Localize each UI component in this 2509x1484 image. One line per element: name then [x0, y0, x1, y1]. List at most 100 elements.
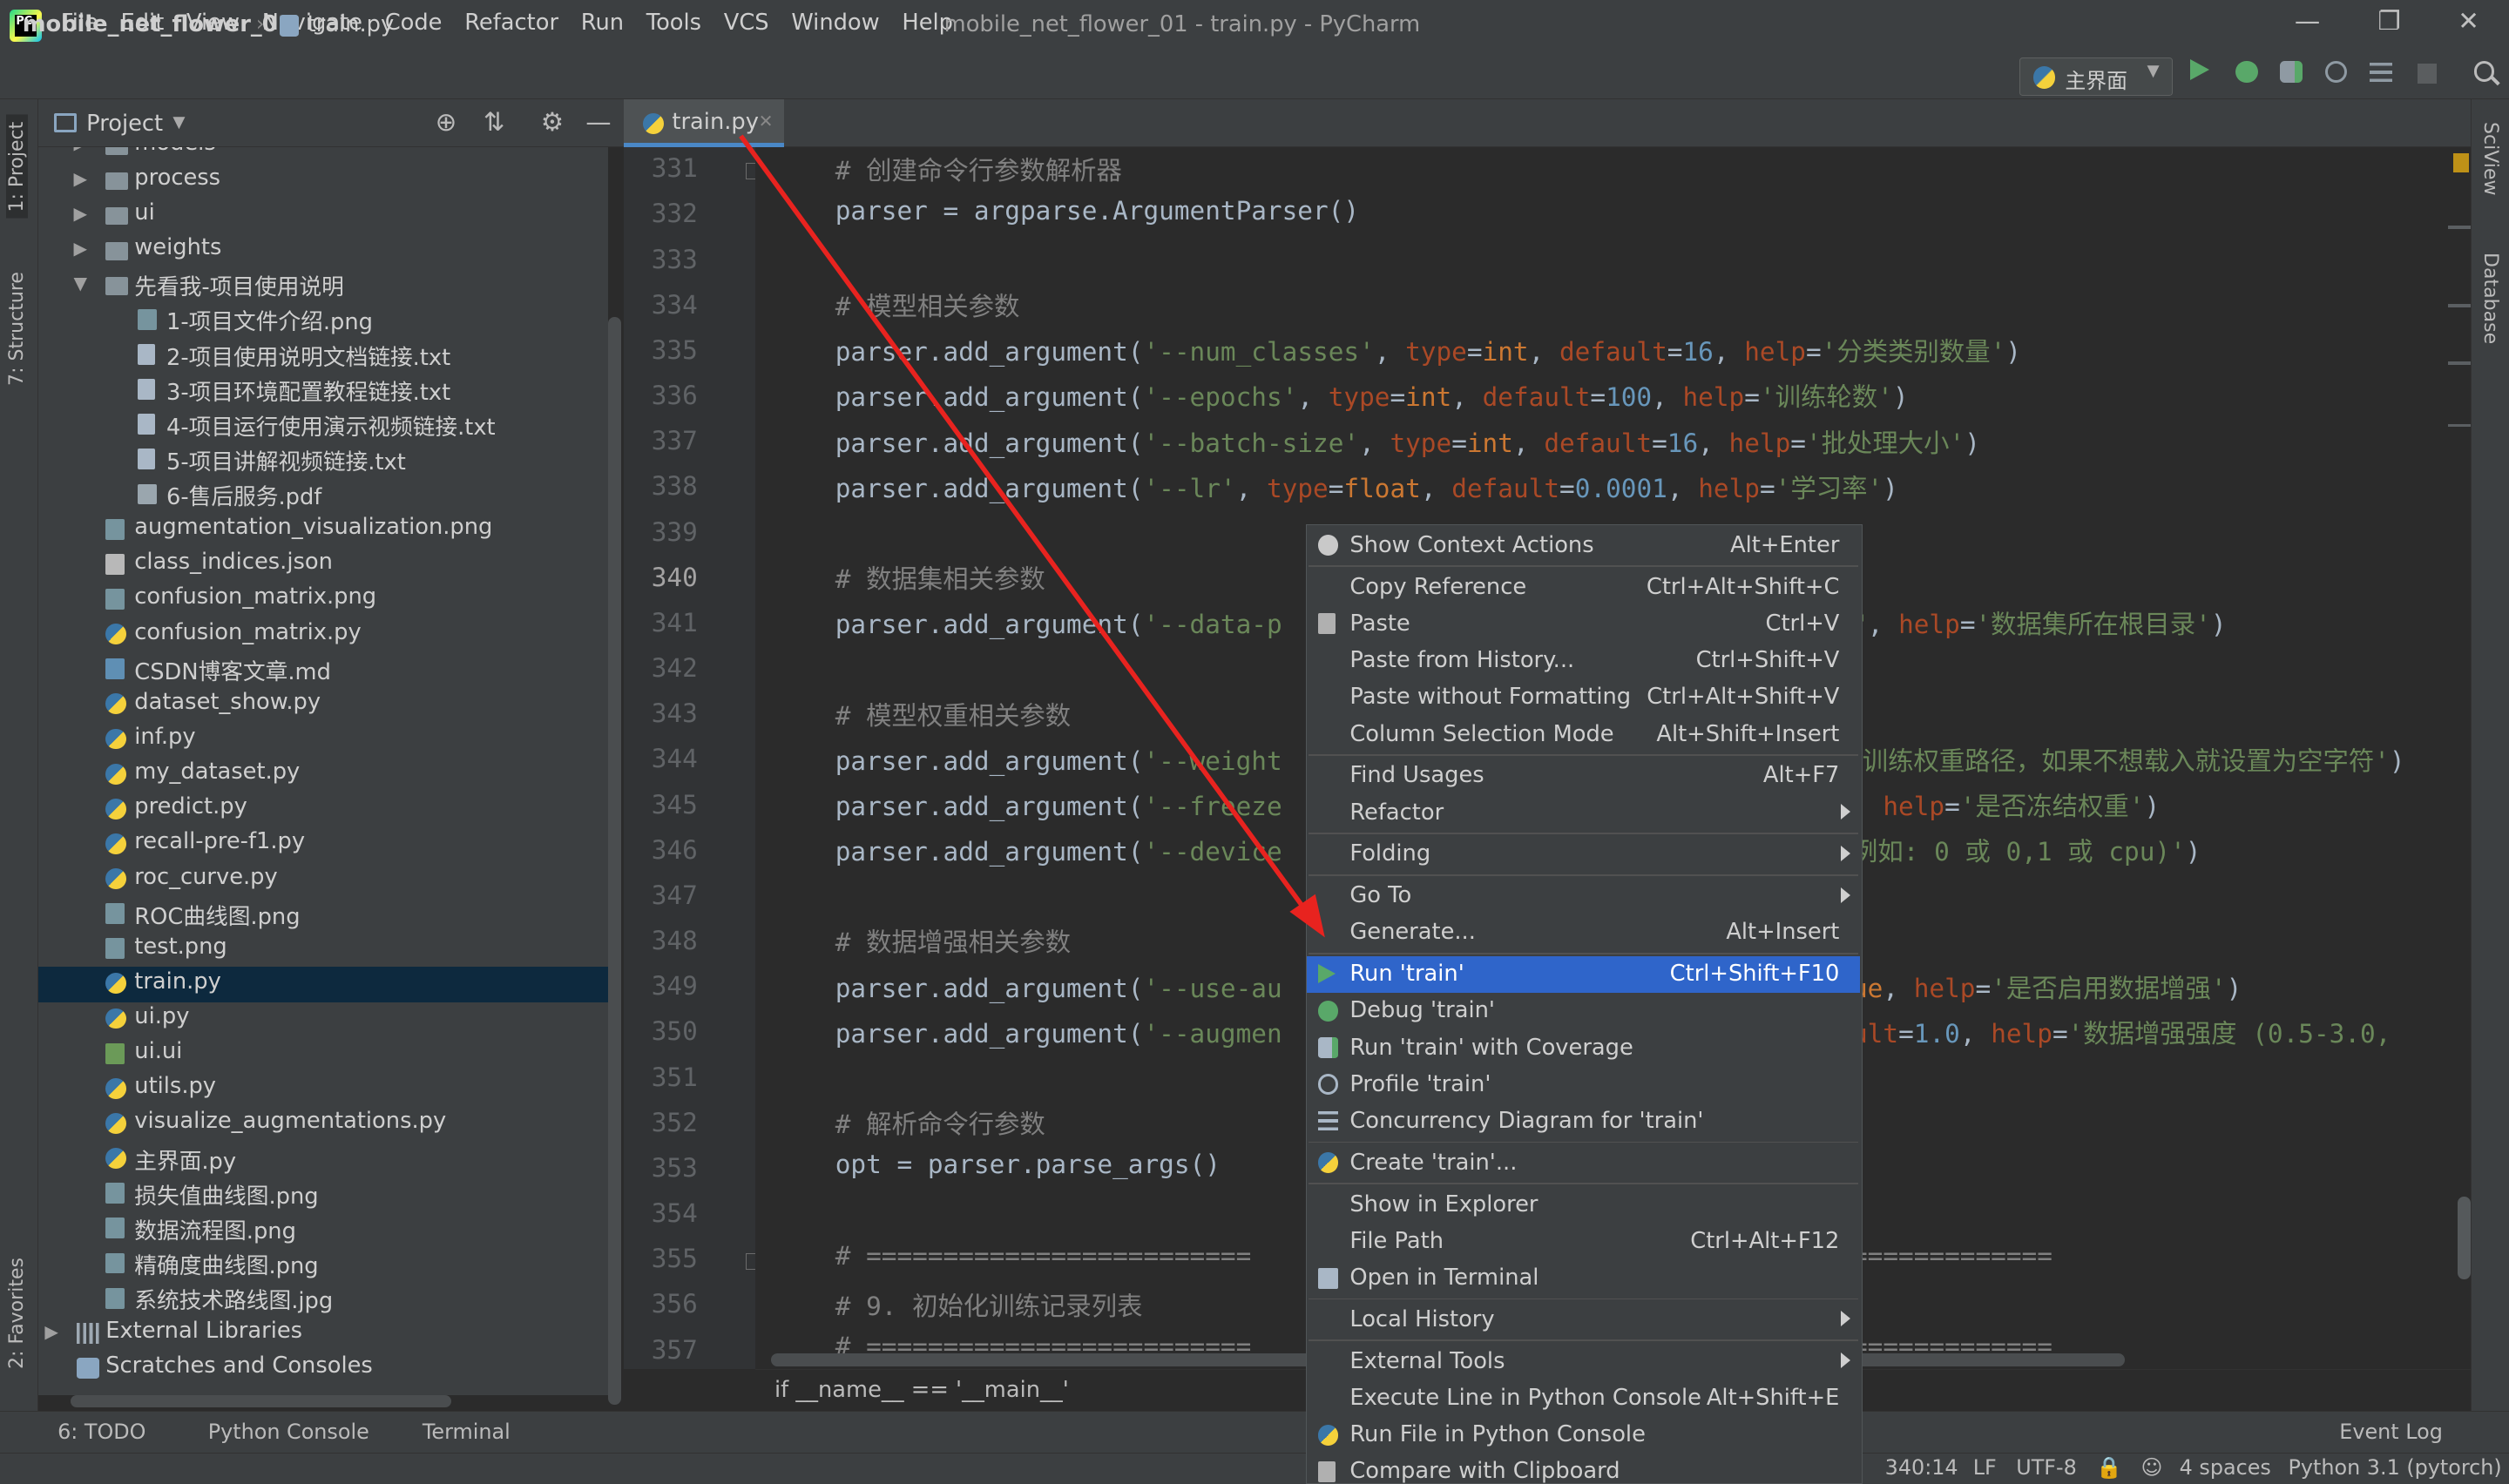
file-encoding[interactable]: UTF-8 — [2016, 1455, 2077, 1480]
search-icon[interactable] — [2473, 60, 2495, 82]
tree-item[interactable]: ▶ models — [38, 146, 608, 163]
code-line[interactable]: # 解析命令行参数 — [835, 1104, 1045, 1149]
tab-favorites-tool[interactable]: 2: Favorites — [6, 1258, 28, 1369]
close-button[interactable]: ✕ — [2458, 6, 2479, 36]
gear-icon[interactable]: ⚙ — [541, 107, 564, 137]
debug-icon[interactable] — [2235, 60, 2258, 84]
tab-structure-tool[interactable]: 7: Structure — [6, 272, 28, 386]
coverage-icon[interactable] — [2280, 60, 2303, 84]
code-line[interactable]: parser.add_argument('--epochs', type=int… — [835, 377, 1909, 422]
breadcrumb-file[interactable]: train.py — [308, 11, 395, 37]
context-menu-item[interactable]: Paste Ctrl+V — [1307, 605, 1861, 642]
error-stripe-mark[interactable] — [2448, 303, 2471, 307]
context-menu-item[interactable]: Find Usages Alt+F7 — [1307, 758, 1861, 794]
interpreter[interactable]: Python 3.1 (pytorch) — [2289, 1455, 2502, 1480]
tree-item[interactable]: ui.py — [38, 1002, 608, 1036]
error-stripe-mark[interactable] — [2448, 361, 2471, 365]
chevron-down-icon[interactable]: ▼ — [73, 273, 87, 293]
locate-icon[interactable]: ⊕ — [436, 107, 457, 137]
context-menu-item[interactable]: Copy Reference Ctrl+Alt+Shift+C — [1307, 569, 1861, 605]
lock-icon[interactable]: 🔒 — [2096, 1455, 2122, 1480]
hide-panel-icon[interactable]: — — [585, 107, 611, 137]
tree-item[interactable]: predict.py — [38, 792, 608, 826]
context-menu-item[interactable]: Run File in Python Console — [1307, 1416, 1861, 1453]
context-menu-item[interactable]: Show in Explorer — [1307, 1186, 1861, 1223]
tree-item[interactable]: class_indices.json — [38, 548, 608, 583]
context-menu-item[interactable]: Show Context Actions Alt+Enter — [1307, 527, 1861, 563]
tree-item[interactable]: augmentation_visualization.png — [38, 512, 608, 547]
inspector-icon[interactable]: ☺ — [2141, 1455, 2163, 1480]
tab-database-tool[interactable]: Database — [2479, 253, 2501, 344]
tree-item[interactable]: 3-项目环境配置教程链接.txt — [38, 373, 608, 408]
tab-project-tool[interactable]: 1: Project — [6, 115, 29, 219]
tree-item[interactable]: 4-项目运行使用演示视频链接.txt — [38, 408, 608, 442]
context-menu-item[interactable]: Debug 'train' — [1307, 993, 1861, 1029]
tab-terminal[interactable]: Terminal — [423, 1420, 511, 1444]
code-line[interactable]: # 模型相关参数 — [835, 287, 1020, 331]
tab-train-py[interactable]: train.py ✕ — [624, 98, 784, 147]
context-menu-item[interactable]: Run 'train' Ctrl+Shift+F10 — [1306, 955, 1861, 993]
chevron-right-icon[interactable]: ▶ — [73, 147, 87, 153]
tree-item[interactable]: 2-项目使用说明文档链接.txt — [38, 338, 608, 373]
tree-item[interactable]: 1-项目文件介绍.png — [38, 303, 608, 338]
context-menu-item[interactable]: Paste from History... Ctrl+Shift+V — [1307, 643, 1861, 679]
context-menu-item[interactable]: File Path Ctrl+Alt+F12 — [1307, 1223, 1861, 1259]
tree-item[interactable]: confusion_matrix.py — [38, 617, 608, 652]
tree-item[interactable]: ▶ ui — [38, 198, 608, 233]
project-tree-horizontal-scrollbar[interactable] — [70, 1394, 451, 1408]
tab-todo[interactable]: 6: TODO — [57, 1420, 145, 1444]
tab-python-console[interactable]: Python Console — [208, 1420, 369, 1444]
tree-item[interactable]: ROC曲线图.png — [38, 897, 608, 932]
close-icon[interactable]: ✕ — [759, 111, 774, 132]
code-line[interactable]: # 数据集相关参数 — [835, 559, 1045, 604]
context-menu-item[interactable]: Execute Line in Python Console Alt+Shift+… — [1307, 1379, 1861, 1416]
tab-sciview-tool[interactable]: SciView — [2479, 122, 2501, 196]
context-menu-item[interactable]: Refactor — [1307, 794, 1861, 831]
run-configuration-select[interactable]: 主界面 ▼ — [2019, 57, 2174, 97]
tree-item[interactable]: 6-售后服务.pdf — [38, 477, 608, 512]
tree-item[interactable]: dataset_show.py — [38, 687, 608, 722]
menu-refactor[interactable]: Refactor — [464, 10, 558, 36]
context-menu-item[interactable]: Open in Terminal — [1307, 1259, 1861, 1296]
context-menu-item[interactable]: Generate... Alt+Insert — [1307, 914, 1861, 951]
tab-event-log[interactable]: Event Log — [2339, 1420, 2443, 1444]
code-line[interactable]: parser.add_argument('--num_classes', typ… — [835, 332, 2021, 376]
tree-item[interactable]: 数据流程图.png — [38, 1211, 608, 1246]
stop-icon[interactable] — [2418, 64, 2438, 84]
context-menu-item[interactable]: Compare with Clipboard — [1307, 1454, 1861, 1483]
run-icon[interactable] — [2190, 58, 2210, 80]
minimize-button[interactable]: — — [2295, 6, 2320, 36]
tree-item[interactable]: roc_curve.py — [38, 862, 608, 897]
context-menu-item[interactable]: Paste without Formatting Ctrl+Alt+Shift+V — [1307, 679, 1861, 716]
tree-item[interactable]: ▶ weights — [38, 233, 608, 267]
tree-item[interactable]: train.py — [38, 967, 608, 1002]
editor-scrollbar[interactable] — [2458, 1196, 2471, 1280]
code-line[interactable]: parser = argparse.ArgumentParser() — [835, 196, 1359, 240]
tree-item[interactable]: inf.py — [38, 722, 608, 757]
tree-item[interactable]: 损失值曲线图.png — [38, 1177, 608, 1211]
menu-vcs[interactable]: VCS — [724, 10, 769, 36]
context-menu-item[interactable]: Run 'train' with Coverage — [1307, 1029, 1861, 1066]
code-line[interactable]: parser.add_argument('--batch-size', type… — [835, 423, 1980, 468]
error-stripe-mark[interactable] — [2448, 423, 2471, 428]
error-stripe-mark[interactable] — [2448, 225, 2471, 229]
code-line[interactable]: # 模型权重相关参数 — [835, 696, 1071, 740]
restore-button[interactable]: ❐ — [2377, 6, 2400, 36]
context-menu-item[interactable]: Local History — [1307, 1301, 1861, 1338]
chevron-right-icon[interactable]: ▶ — [73, 238, 87, 259]
context-menu-item[interactable]: Profile 'train' — [1307, 1066, 1861, 1103]
indent-setting[interactable]: 4 spaces — [2180, 1455, 2271, 1480]
menu-window[interactable]: Window — [791, 10, 879, 36]
tree-item[interactable]: confusion_matrix.png — [38, 583, 608, 617]
code-line[interactable]: # 9. 初始化训练记录列表 — [835, 1286, 1143, 1331]
code-line[interactable]: # 创建命令行参数解析器 — [835, 151, 1122, 195]
tree-item[interactable]: Scratches and Consoles — [38, 1352, 608, 1386]
code-line[interactable]: # 数据增强相关参数 — [835, 922, 1071, 967]
tree-item[interactable]: 精确度曲线图.png — [38, 1246, 608, 1281]
caret-position[interactable]: 340:14 — [1885, 1455, 1958, 1480]
context-menu-item[interactable]: Go To — [1307, 878, 1861, 914]
tree-item[interactable]: test.png — [38, 932, 608, 967]
context-menu-item[interactable]: External Tools — [1307, 1343, 1861, 1379]
tree-item[interactable]: utils.py — [38, 1072, 608, 1107]
line-separator[interactable]: LF — [1973, 1455, 1997, 1480]
